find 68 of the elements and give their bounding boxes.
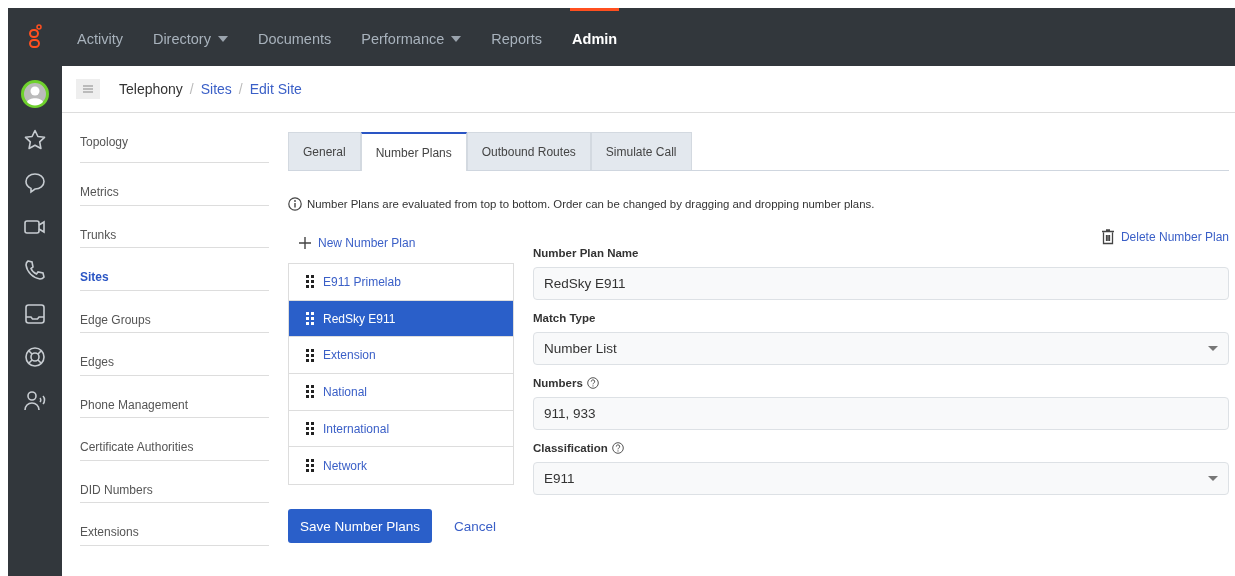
nav-item[interactable]: Reports [489,8,545,66]
breadcrumb-text: Telephony [119,81,183,97]
cancel-link[interactable]: Cancel [454,518,497,534]
plus-icon [299,237,311,249]
delete-number-plan-link[interactable]: Delete Number Plan [1100,229,1229,245]
field-label: Classification [533,442,608,454]
nav-item[interactable]: Directory [150,8,230,66]
person-speaking-icon[interactable] [23,388,47,413]
number-plan-item[interactable]: E911 Primelab [289,264,513,301]
sidebar-item[interactable]: Extensions [80,503,269,546]
drag-handle-icon[interactable] [306,422,314,436]
sidebar-item[interactable]: Phone Management [80,375,269,418]
sidebar-item[interactable]: Edge Groups [80,290,269,333]
chat-bubble-icon[interactable] [23,171,47,195]
help-icon[interactable] [611,442,624,454]
field-label: Number Plan Name [533,247,639,259]
dropdown[interactable]: E911 [533,462,1229,495]
caret-icon [1208,476,1218,481]
drag-handle-icon[interactable] [306,348,314,362]
breadcrumb-link[interactable]: Sites [200,81,232,97]
save-button[interactable]: Save Number Plans [288,509,433,543]
sidebar-item[interactable]: Edges [80,333,269,376]
logo-icon [28,24,42,50]
input-field[interactable]: RedSky E911 [533,267,1229,300]
breadcrumb-link[interactable]: Edit Site [249,81,302,97]
sidebar-item[interactable]: Sites [80,248,269,291]
caret-icon [1208,346,1218,351]
number-plan-item[interactable]: Extension [289,337,513,375]
drag-handle-icon[interactable] [306,312,314,326]
input-field[interactable]: 911, 933 [533,397,1229,430]
field-label: Match Type [533,312,596,324]
breadcrumb-separator: / [189,81,194,97]
info-text: Number Plans are evaluated from top to bottom. Order can be changed by dragging and dropping number plans. [307,198,875,210]
new-number-plan-link[interactable]: New Number Plan [299,233,514,253]
drag-handle-icon[interactable] [306,275,314,289]
sidebar-item[interactable]: DID Numbers [80,460,269,503]
info-icon [288,197,302,211]
sidebar-item[interactable]: Trunks [80,205,269,248]
tab[interactable]: General [288,132,361,170]
inbox-icon[interactable] [23,301,47,326]
phone-icon[interactable] [23,258,47,282]
number-plan-item[interactable]: International [289,410,513,448]
help-icon[interactable] [586,377,599,389]
lifebuoy-icon[interactable] [23,345,47,369]
nav-item[interactable]: Performance [359,8,464,66]
avatar-icon[interactable] [21,80,49,108]
tab[interactable]: Simulate Call [590,132,692,170]
dropdown[interactable]: Number List [533,332,1229,365]
nav-item[interactable]: Admin [570,8,620,66]
field-label: Numbers [533,377,583,389]
star-icon[interactable] [23,127,47,152]
nav-item[interactable]: Documents [255,8,334,66]
trash-icon [1100,229,1115,245]
sidebar-item[interactable]: Topology [80,113,269,163]
breadcrumb-separator: / [238,81,243,97]
tab[interactable]: Number Plans [360,132,467,171]
number-plan-item[interactable]: RedSky E911 [289,300,513,338]
caret-icon [217,35,228,42]
sidebar-item[interactable]: Certificate Authorities [80,418,269,461]
tab[interactable]: Outbound Routes [466,132,591,170]
number-plan-item[interactable]: National [289,374,513,411]
nav-item[interactable]: Activity [75,8,125,66]
number-plan-item[interactable]: Network [289,447,513,485]
caret-icon [451,35,462,42]
drag-handle-icon[interactable] [306,459,314,473]
sidebar-item[interactable]: Metrics [80,163,269,206]
menu-icon [83,85,93,93]
drag-handle-icon[interactable] [306,385,314,399]
